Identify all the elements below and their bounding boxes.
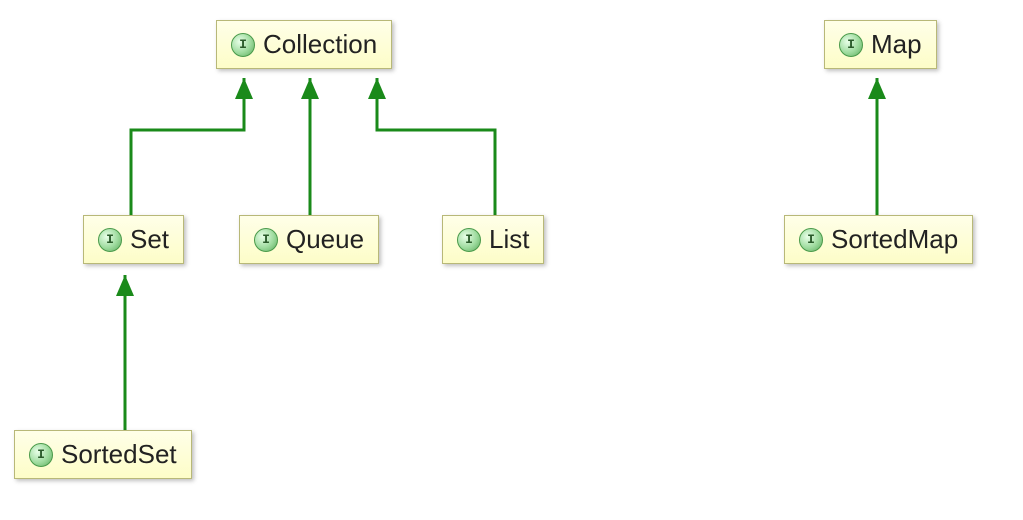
node-label: List [489,224,529,255]
node-label: Queue [286,224,364,255]
edge-list-to-collection [377,78,495,215]
node-set: I Set [83,215,184,264]
node-collection: I Collection [216,20,392,69]
node-label: SortedSet [61,439,177,470]
interface-icon: I [98,228,122,252]
node-sortedmap: I SortedMap [784,215,973,264]
interface-icon: I [839,33,863,57]
interface-icon: I [799,228,823,252]
interface-icon: I [254,228,278,252]
node-sortedset: I SortedSet [14,430,192,479]
node-label: Set [130,224,169,255]
node-list: I List [442,215,544,264]
node-label: SortedMap [831,224,958,255]
node-queue: I Queue [239,215,379,264]
interface-icon: I [457,228,481,252]
interface-icon: I [29,443,53,467]
node-map: I Map [824,20,937,69]
node-label: Map [871,29,922,60]
node-label: Collection [263,29,377,60]
edge-set-to-collection [131,78,244,215]
interface-icon: I [231,33,255,57]
